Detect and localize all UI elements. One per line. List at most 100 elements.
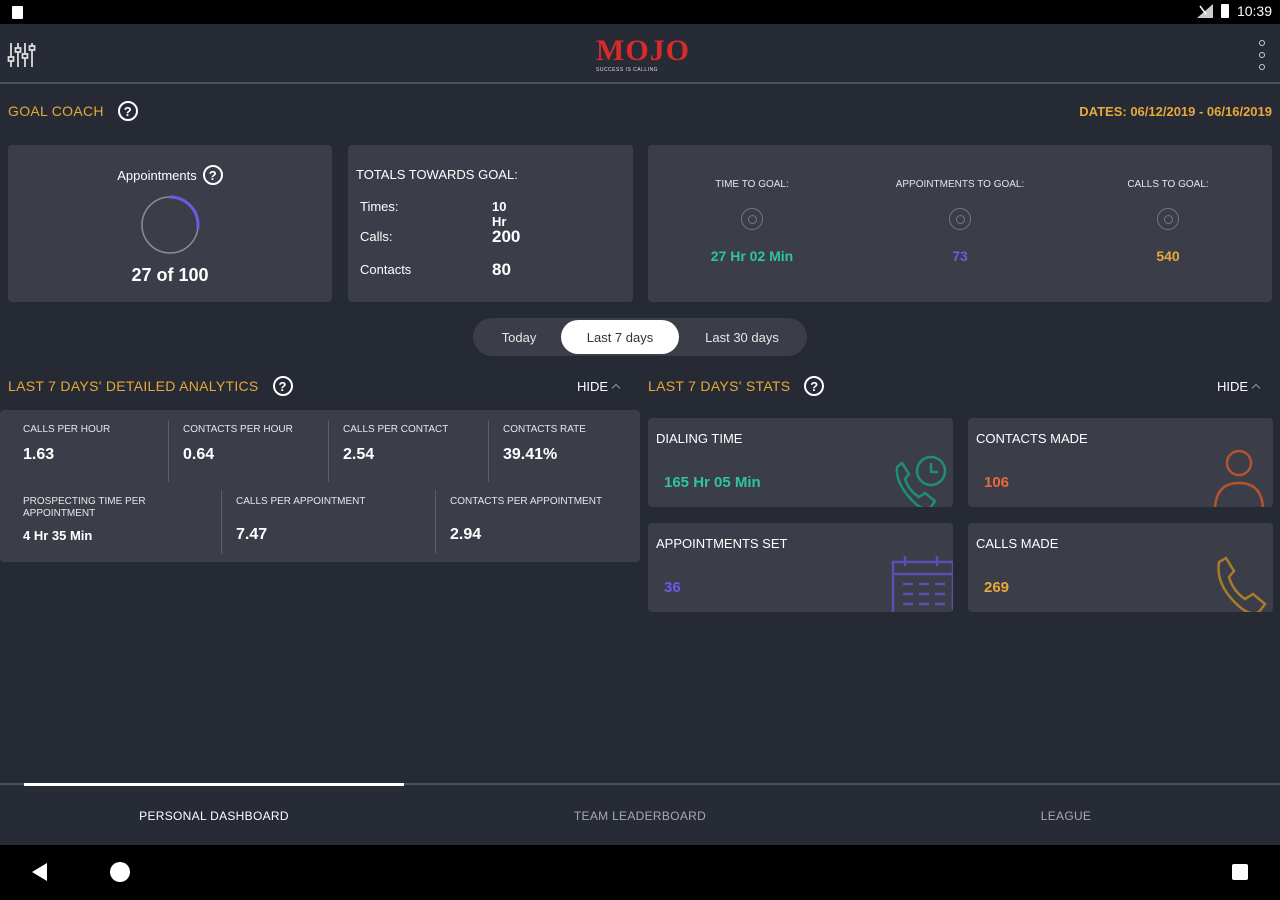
calls-to-goal: CALLS TO GOAL: 540: [1064, 179, 1272, 264]
metric-label: PROSPECTING TIME PER APPOINTMENT: [23, 496, 146, 519]
metric-value: 1.63: [23, 446, 55, 463]
divider: [168, 420, 169, 482]
tab-league[interactable]: LEAGUE: [876, 809, 1256, 823]
divider: [328, 420, 329, 482]
stat-dialing-time: DIALING TIME 165 Hr 05 Min: [648, 418, 953, 507]
totals-row-times: Times: 10 Hr: [360, 199, 506, 229]
totals-row-value: 80: [492, 260, 511, 279]
target-icon: [1157, 208, 1179, 230]
tab-team-leaderboard[interactable]: TEAM LEADERBOARD: [450, 809, 830, 823]
totals-row-label: Contacts: [360, 262, 412, 277]
home-icon[interactable]: [110, 862, 130, 882]
goal-value: 27 Hr 02 Min: [710, 248, 794, 264]
metric-value: 7.47: [236, 526, 268, 543]
filter-sliders-icon[interactable]: [6, 40, 36, 70]
metric-prospecting-time-per-appointment: PROSPECTING TIME PER APPOINTMENT 4 Hr 35…: [23, 496, 198, 543]
target-icon: [949, 208, 971, 230]
help-icon[interactable]: ?: [272, 376, 293, 396]
battery-icon: [1220, 4, 1229, 18]
logo-tagline: SUCCESS IS CALLING: [596, 67, 659, 73]
metric-label: CONTACTS PER APPOINTMENT: [450, 496, 603, 507]
totals-row-value: 200: [492, 227, 521, 246]
totals-row-contacts: Contacts 80: [360, 260, 511, 279]
help-icon[interactable]: ?: [117, 101, 138, 121]
analytics-header: LAST 7 DAYS' DETAILED ANALYTICS ?: [8, 376, 293, 396]
stat-value: 165 Hr 05 Min: [664, 474, 761, 491]
range-option-today[interactable]: Today: [477, 320, 561, 354]
logo-text: MOJO: [596, 34, 690, 67]
chevron-up-icon: [1251, 383, 1261, 393]
analytics-hide-button[interactable]: HIDE: [577, 379, 621, 394]
analytics-title: LAST 7 DAYS' DETAILED ANALYTICS: [8, 378, 259, 394]
metric-label: CALLS PER APPOINTMENT: [236, 496, 366, 507]
appointments-count: 27 of 100: [131, 265, 209, 285]
appointments-label-row: Appointments ?: [8, 165, 332, 185]
date-range: DATES: 06/12/2019 - 06/16/2019: [1079, 104, 1272, 119]
metric-contacts-rate: CONTACTS RATE 39.41%: [503, 424, 586, 464]
goal-coach-title: GOAL COACH: [8, 103, 104, 119]
metric-value: 0.64: [183, 446, 215, 463]
appointments-progress-ring: [140, 195, 200, 255]
signal-icon: [1196, 4, 1213, 18]
more-options-icon[interactable]: [1256, 40, 1268, 70]
analytics-card: CALLS PER HOUR 1.63 CONTACTS PER HOUR 0.…: [0, 410, 640, 562]
appointments-to-goal: APPOINTMENTS TO GOAL: 73: [856, 179, 1064, 264]
metric-value: 4 Hr 35 Min: [23, 528, 93, 543]
goal-value: 73: [952, 248, 968, 264]
back-icon[interactable]: [32, 863, 47, 881]
tab-personal-dashboard[interactable]: PERSONAL DASHBOARD: [24, 809, 404, 823]
metric-label: CONTACTS RATE: [503, 424, 586, 435]
mojo-logo: MOJO SUCCESS IS CALLING: [596, 34, 690, 76]
bottom-tab-bar: PERSONAL DASHBOARD TEAM LEADERBOARD LEAG…: [0, 783, 1280, 845]
metric-calls-per-contact: CALLS PER CONTACT 2.54: [343, 424, 448, 464]
person-icon: [1213, 449, 1265, 507]
appointments-label: Appointments: [117, 167, 197, 183]
range-option-last-30-days[interactable]: Last 30 days: [681, 320, 803, 354]
metric-value: 39.41%: [503, 446, 558, 463]
phone-clock-icon: [895, 455, 947, 507]
stat-label: APPOINTMENTS SET: [656, 536, 788, 551]
goals-remaining-card: TIME TO GOAL: 27 Hr 02 Min APPOINTMENTS …: [648, 145, 1272, 302]
stats-hide-button[interactable]: HIDE: [1217, 379, 1261, 394]
range-option-last-7-days[interactable]: Last 7 days: [561, 320, 679, 354]
system-navigation-bar: [0, 845, 1280, 900]
divider: [488, 420, 489, 482]
sim-card-icon: [12, 6, 23, 19]
target-icon: [741, 208, 763, 230]
totals-row-calls: Calls: 200: [360, 227, 520, 246]
stat-value: 36: [664, 579, 681, 596]
help-icon[interactable]: ?: [804, 376, 825, 396]
chevron-up-icon: [611, 383, 621, 393]
stat-value: 106: [984, 474, 1010, 491]
metric-label: CALLS PER CONTACT: [343, 424, 449, 435]
help-icon[interactable]: ?: [202, 165, 223, 185]
date-range-selector: Today Last 7 days Last 30 days: [473, 318, 807, 356]
divider: [435, 490, 436, 554]
stat-label: CALLS MADE: [976, 536, 1059, 551]
metric-calls-per-hour: CALLS PER HOUR 1.63: [23, 424, 110, 464]
stat-calls-made: CALLS MADE 269: [968, 523, 1273, 612]
stats-header: LAST 7 DAYS' STATS ?: [648, 376, 825, 396]
stat-appointments-set: APPOINTMENTS SET 36: [648, 523, 953, 612]
recents-icon[interactable]: [1232, 864, 1248, 880]
stat-value: 269: [984, 579, 1010, 596]
goal-coach-header: GOAL COACH ?: [8, 101, 138, 121]
stats-title: LAST 7 DAYS' STATS: [648, 378, 791, 394]
totals-towards-goal-card: TOTALS TOWARDS GOAL: Times: 10 Hr Calls:…: [348, 145, 633, 302]
totals-title: TOTALS TOWARDS GOAL:: [356, 167, 518, 182]
metric-calls-per-appointment: CALLS PER APPOINTMENT 7.47: [236, 496, 365, 544]
totals-row-label: Times:: [360, 199, 399, 214]
goal-label: APPOINTMENTS TO GOAL:: [895, 179, 1025, 190]
calendar-icon: [891, 556, 953, 612]
metric-value: 2.54: [343, 446, 375, 463]
active-tab-indicator: [24, 783, 404, 786]
phone-icon: [1217, 556, 1267, 612]
divider: [221, 490, 222, 554]
metric-label: CONTACTS PER HOUR: [183, 424, 293, 435]
time-to-goal: TIME TO GOAL: 27 Hr 02 Min: [648, 179, 856, 264]
stat-label: DIALING TIME: [656, 431, 743, 446]
goal-value: 540: [1156, 248, 1180, 264]
metric-contacts-per-hour: CONTACTS PER HOUR 0.64: [183, 424, 293, 464]
metric-contacts-per-appointment: CONTACTS PER APPOINTMENT 2.94: [450, 496, 602, 544]
goal-label: CALLS TO GOAL:: [1127, 179, 1209, 190]
